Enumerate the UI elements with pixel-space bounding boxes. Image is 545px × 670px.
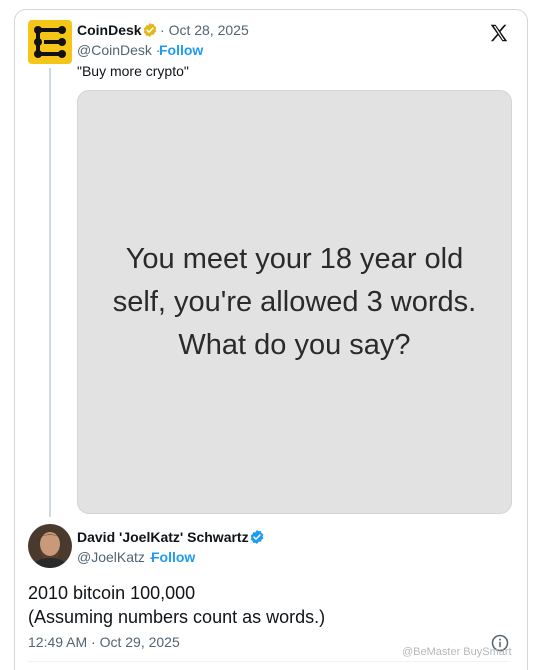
quoted-handle[interactable]: @CoinDesk · bbox=[77, 42, 160, 58]
image-text-line: What do you say? bbox=[178, 328, 411, 361]
quoted-date-text: Oct 28, 2025 bbox=[168, 22, 249, 38]
author-avatar[interactable] bbox=[28, 524, 72, 568]
reply-author-name[interactable]: David 'JoelKatz' Schwartz bbox=[77, 529, 249, 545]
reply-text-line: 2010 bitcoin 100,000 bbox=[28, 583, 196, 603]
thread-connector-line bbox=[49, 68, 51, 517]
image-text-line: self, you're allowed 3 words. bbox=[112, 285, 477, 318]
quoted-tweet-image[interactable]: You meet your 18 year old self, you're a… bbox=[77, 90, 512, 514]
reply-handle-text: @JoelKatz bbox=[77, 549, 145, 565]
reply-handle[interactable]: @JoelKatz · bbox=[77, 549, 153, 565]
footer-divider bbox=[28, 661, 510, 662]
coindesk-logo-icon bbox=[34, 26, 66, 58]
reply-follow-link[interactable]: Follow bbox=[151, 549, 195, 565]
reply-tweet-text: 2010 bitcoin 100,000 (Assuming numbers c… bbox=[28, 581, 325, 629]
reply-text-line: (Assuming numbers count as words.) bbox=[28, 607, 326, 627]
quoted-follow-link[interactable]: Follow bbox=[159, 42, 203, 58]
x-logo-icon[interactable] bbox=[488, 22, 510, 44]
quoted-handle-text: @CoinDesk bbox=[77, 42, 152, 58]
profile-photo bbox=[28, 524, 72, 568]
coindesk-avatar[interactable] bbox=[28, 20, 72, 64]
date-separator: · bbox=[160, 22, 165, 38]
watermark-text: @BeMaster BuySmart bbox=[402, 646, 512, 658]
quoted-date[interactable]: · Oct 28, 2025 bbox=[160, 22, 249, 38]
quoted-tweet-text: "Buy more crypto" bbox=[77, 63, 189, 79]
image-text-line: You meet your 18 year old bbox=[125, 242, 464, 275]
quoted-author-name[interactable]: CoinDesk bbox=[77, 22, 142, 38]
verified-badge-icon bbox=[250, 530, 264, 544]
reply-timestamp[interactable]: 12:49 AM · Oct 29, 2025 bbox=[28, 634, 180, 650]
verified-badge-icon bbox=[143, 23, 157, 37]
